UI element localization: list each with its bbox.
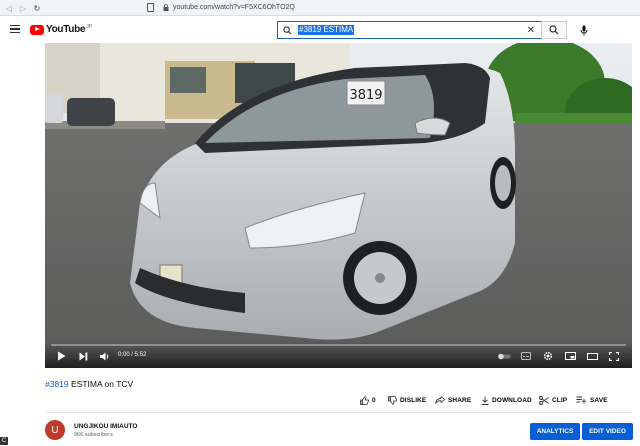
playlist-add-icon: [576, 396, 587, 404]
lock-icon[interactable]: [163, 4, 169, 11]
channel-name[interactable]: UNGJIKOU IMIAUTO: [74, 423, 137, 430]
next-icon[interactable]: [77, 350, 89, 362]
channel-avatar[interactable]: U: [45, 420, 65, 440]
download-icon: [481, 396, 489, 405]
fullscreen-icon[interactable]: [608, 350, 620, 362]
video-player[interactable]: 3819 0:00 / 5:52: [45, 43, 632, 368]
hashtag-link[interactable]: #3819: [45, 379, 69, 389]
subtitles-icon[interactable]: [520, 350, 532, 362]
miniplayer-icon[interactable]: [564, 350, 576, 362]
settings-icon[interactable]: [542, 350, 554, 362]
divider: [45, 412, 632, 413]
analytics-button[interactable]: ANALYTICS: [530, 423, 580, 440]
like-count: 0: [372, 396, 376, 404]
search-button[interactable]: [541, 21, 567, 39]
save-label: SAVE: [590, 396, 608, 404]
dislike-label: DISLIKE: [400, 396, 427, 404]
edit-video-button[interactable]: EDIT VIDEO: [582, 423, 633, 440]
bookmark-icon[interactable]: [147, 3, 154, 12]
microphone-icon[interactable]: [578, 24, 590, 36]
youtube-play-icon: [30, 24, 44, 35]
subscriber-count: 966 subscribers: [74, 432, 113, 438]
share-icon: [435, 396, 445, 404]
play-icon[interactable]: [55, 350, 67, 362]
video-frame: 3819: [45, 43, 632, 368]
volume-icon[interactable]: [99, 350, 111, 362]
autoplay-toggle[interactable]: [497, 350, 511, 362]
dislike-button[interactable]: DISLIKE: [388, 395, 426, 405]
save-button[interactable]: SAVE: [576, 395, 608, 405]
forward-icon[interactable]: ▷: [18, 3, 28, 13]
title-text: ESTIMA on TCV: [68, 379, 134, 389]
search-query[interactable]: #3819 ESTIMA: [298, 25, 355, 35]
player-controls: 0:00 / 5:52: [45, 342, 632, 368]
windshield-number: 3819: [349, 88, 382, 103]
share-label: SHARE: [448, 396, 472, 404]
menu-icon[interactable]: [10, 25, 20, 33]
thumbs-down-icon: [388, 395, 397, 405]
clear-search-icon[interactable]: ✕: [527, 25, 535, 36]
scissors-icon: [539, 395, 549, 405]
theater-mode-icon[interactable]: [586, 350, 598, 362]
search-icon: [278, 25, 296, 35]
address-bar[interactable]: youtube.com/watch?v=F5XC6OhTO2Q: [173, 4, 295, 11]
thumbs-up-icon: [360, 395, 369, 405]
search-icon: [549, 25, 559, 35]
corner-badge: C: [0, 437, 8, 445]
download-label: DOWNLOAD: [492, 396, 532, 404]
browser-toolbar: ◁ ▷ ↻ youtube.com/watch?v=F5XC6OhTO2Q: [0, 0, 640, 16]
youtube-logo[interactable]: YouTube JP: [30, 24, 92, 35]
logo-text: YouTube: [46, 24, 86, 35]
download-button[interactable]: DOWNLOAD: [481, 395, 532, 405]
back-icon[interactable]: ◁: [4, 3, 14, 13]
video-title: #3819 ESTIMA on TCV: [45, 379, 133, 389]
progress-bar[interactable]: [51, 344, 626, 346]
clip-button[interactable]: CLIP: [539, 395, 567, 405]
share-button[interactable]: SHARE: [435, 395, 471, 405]
like-button[interactable]: 0: [360, 395, 376, 405]
clip-label: CLIP: [552, 396, 568, 404]
search-input[interactable]: #3819 ESTIMA ✕: [277, 21, 541, 39]
reload-icon[interactable]: ↻: [32, 3, 42, 13]
time-display: 0:00 / 5:52: [118, 352, 147, 358]
logo-region: JP: [86, 24, 93, 30]
